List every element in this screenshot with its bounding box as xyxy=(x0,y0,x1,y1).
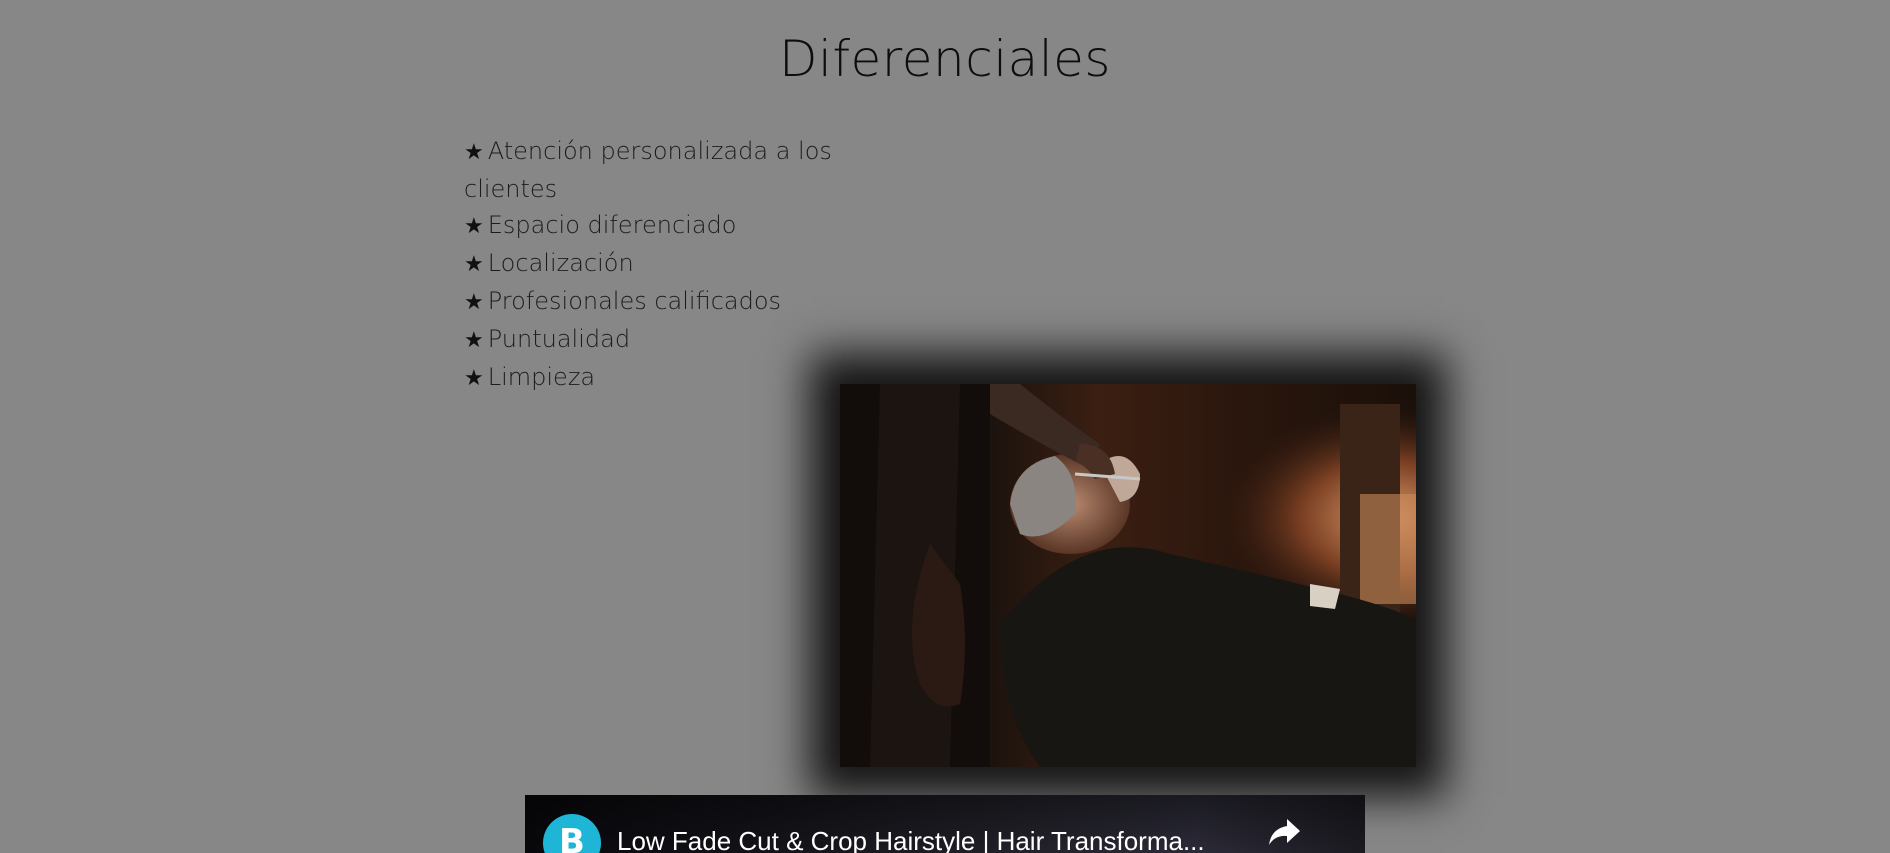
star-icon: ★ xyxy=(464,328,484,353)
share-icon[interactable] xyxy=(1267,817,1301,847)
star-icon: ★ xyxy=(464,140,484,165)
star-icon: ★ xyxy=(464,366,484,391)
video-title[interactable]: Low Fade Cut & Crop Hairstyle | Hair Tra… xyxy=(617,826,1237,853)
feature-item: ★ Espacio diferenciado xyxy=(464,207,864,245)
feature-label: Limpieza xyxy=(487,363,596,391)
feature-item: ★ Limpieza xyxy=(464,359,864,397)
feature-label: Espacio diferenciado xyxy=(487,211,737,239)
feature-label: Atención personalizada a los clientes xyxy=(464,137,832,203)
channel-logo-letter: B xyxy=(559,822,585,853)
barber-photo-image xyxy=(840,384,1416,767)
feature-item: ★ Profesionales calificados xyxy=(464,283,864,321)
star-icon: ★ xyxy=(464,214,484,239)
star-icon: ★ xyxy=(464,290,484,315)
video-embed[interactable]: B Low Fade Cut & Crop Hairstyle | Hair T… xyxy=(525,795,1365,853)
feature-item: ★ Puntualidad xyxy=(464,321,864,359)
feature-label: Puntualidad xyxy=(487,325,631,353)
feature-item: ★ Localización xyxy=(464,245,864,283)
star-icon: ★ xyxy=(464,252,484,277)
feature-label: Profesionales calificados xyxy=(487,287,782,315)
section-title: Diferenciales xyxy=(779,30,1111,88)
feature-label: Localización xyxy=(487,249,634,277)
feature-item: ★ Atención personalizada a los clientes xyxy=(464,133,864,207)
features-list: ★ Atención personalizada a los clientes ★… xyxy=(464,133,864,397)
barber-photo xyxy=(840,384,1416,767)
